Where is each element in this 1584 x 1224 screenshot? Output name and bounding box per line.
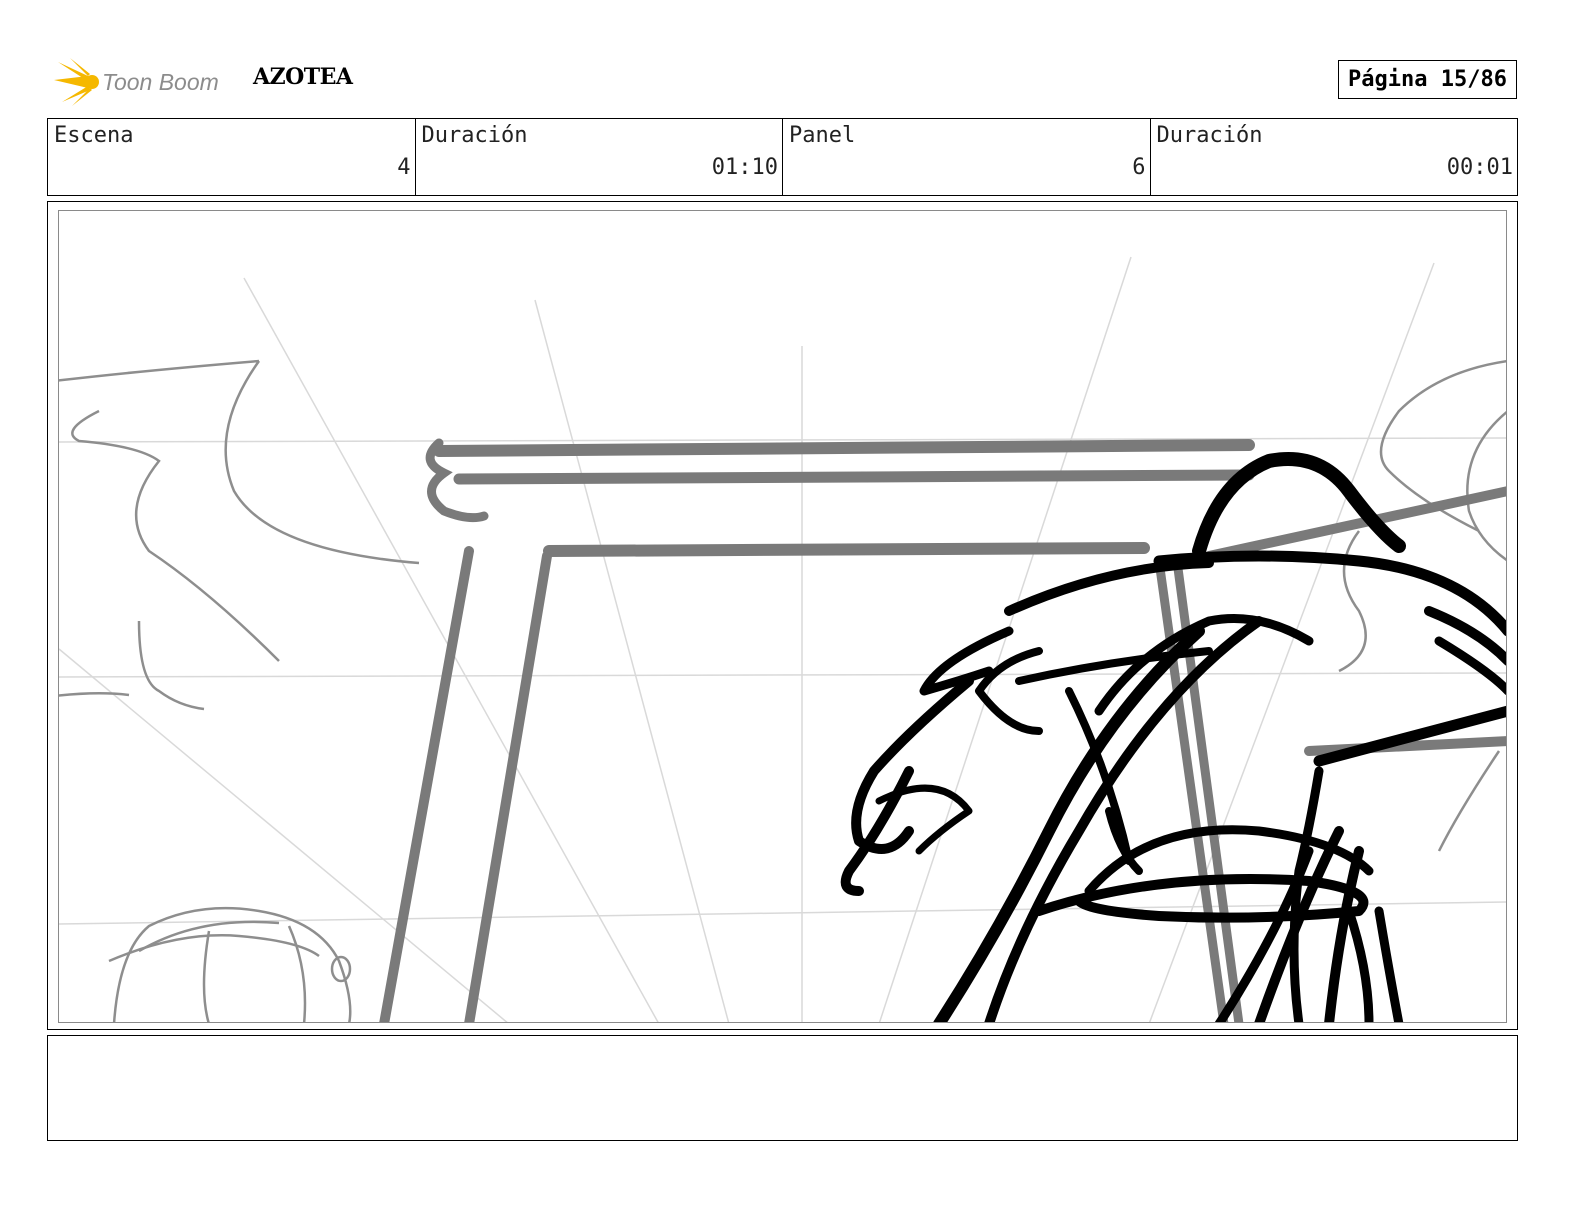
panel-value: 6 (1132, 155, 1146, 180)
toon-boom-logo: Toon Boom (52, 56, 242, 108)
scene-cell: Escena 4 (48, 119, 416, 195)
figure-sketch-left (108, 906, 352, 1022)
info-table: Escena 4 Duración 01:10 Panel 6 Duración… (47, 118, 1518, 196)
scene-duration-label: Duración (421, 123, 528, 148)
caption-box (47, 1035, 1518, 1141)
storyboard-panel (47, 201, 1518, 1030)
starburst-icon (54, 58, 99, 106)
brand-text: Toon Boom (102, 69, 219, 95)
scene-label: Escena (54, 123, 134, 148)
page-indicator: Página 15/86 (1338, 60, 1517, 99)
panel-drawing-area (58, 210, 1507, 1023)
panel-duration-label: Duración (1156, 123, 1263, 148)
scene-value: 4 (397, 155, 411, 180)
scene-duration-value: 01:10 (711, 155, 778, 180)
panel-label: Panel (789, 123, 856, 148)
scene-duration-cell: Duración 01:10 (416, 119, 783, 195)
project-title: AZOTEA (253, 64, 353, 90)
perspective-guides (59, 256, 1506, 1022)
panel-duration-value: 00:01 (1446, 155, 1513, 180)
sketch-drawing (59, 256, 1506, 1022)
panel-cell: Panel 6 (783, 119, 1151, 195)
panel-duration-cell: Duración 00:01 (1151, 119, 1518, 195)
cloud-sketch-left (59, 359, 420, 711)
